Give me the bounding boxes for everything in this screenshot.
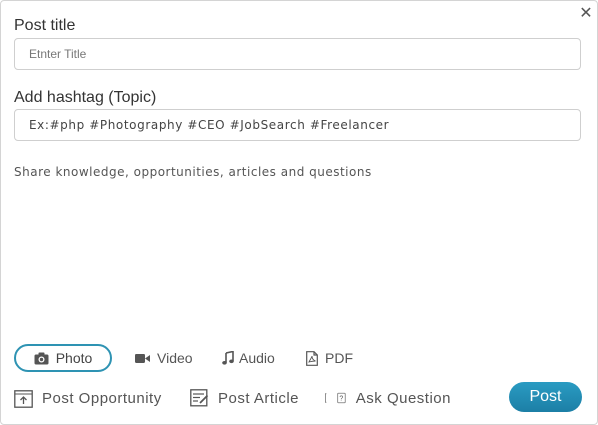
camera-icon <box>34 352 49 364</box>
create-post-modal: ✕ Post title Add hashtag (Topic) Photo V… <box>0 0 598 425</box>
video-button[interactable]: Video <box>135 344 193 372</box>
close-icon[interactable]: ✕ <box>578 5 594 21</box>
upload-opportunity-icon <box>14 390 33 408</box>
article-icon <box>190 389 209 407</box>
post-article-label: Post Article <box>218 389 300 407</box>
post-title-label: Post title <box>14 17 76 34</box>
pdf-label: PDF <box>325 350 353 366</box>
post-opportunity-label: Post Opportunity <box>42 389 162 407</box>
hashtag-label: Add hashtag (Topic) <box>14 89 157 106</box>
ask-question-label: Ask Question <box>355 389 451 407</box>
svg-text:?: ? <box>339 396 343 403</box>
video-camera-icon <box>135 353 150 363</box>
post-button[interactable]: Post <box>509 382 582 412</box>
music-note-icon <box>222 351 234 365</box>
hashtag-input[interactable] <box>14 109 581 141</box>
audio-label: Audio <box>239 350 275 366</box>
photo-button[interactable]: Photo <box>14 344 112 372</box>
post-title-input[interactable] <box>14 38 581 70</box>
video-label: Video <box>157 350 193 366</box>
photo-label: Photo <box>55 350 93 366</box>
share-textarea[interactable] <box>14 165 584 335</box>
pdf-button[interactable]: PDF <box>306 344 353 372</box>
ask-question-button[interactable]: ? Ask Question <box>325 386 451 410</box>
post-opportunity-button[interactable]: Post Opportunity <box>14 386 162 410</box>
question-icon: ? <box>325 392 346 404</box>
audio-button[interactable]: Audio <box>222 344 275 372</box>
pdf-file-icon <box>306 350 318 366</box>
post-article-button[interactable]: Post Article <box>190 386 299 410</box>
